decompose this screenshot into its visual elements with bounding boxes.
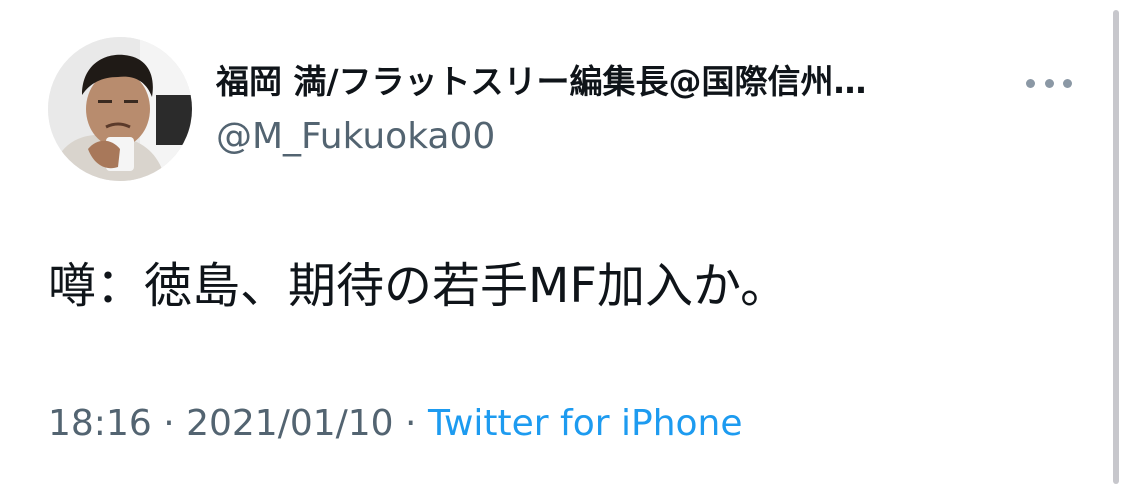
author-display-name[interactable]: 福岡 満/フラットスリー編集長@国際信州… bbox=[216, 60, 1006, 104]
more-dot bbox=[1063, 78, 1072, 88]
meta-separator: · bbox=[151, 403, 187, 444]
more-dot bbox=[1026, 78, 1035, 88]
more-horizontal-icon[interactable] bbox=[1026, 70, 1072, 96]
tweet-date[interactable]: 2021/01/10 bbox=[186, 403, 394, 444]
meta-separator: · bbox=[393, 403, 428, 444]
tweet-source-link[interactable]: Twitter for iPhone bbox=[428, 403, 743, 444]
avatar[interactable] bbox=[48, 37, 192, 181]
avatar-photo-icon bbox=[48, 37, 192, 181]
author-handle[interactable]: @M_Fukuoka00 bbox=[216, 114, 495, 160]
tweet-time[interactable]: 18:16 bbox=[48, 403, 152, 444]
tweet-metadata: 18:16 · 2021/01/10 · Twitter for iPhone bbox=[48, 400, 743, 448]
more-dot bbox=[1044, 78, 1054, 88]
tweet-card: 福岡 満/フラットスリー編集長@国際信州… @M_Fukuoka00 噂：徳島、… bbox=[0, 0, 1125, 484]
tweet-text: 噂：徳島、期待の若手MF加入か。 bbox=[48, 258, 789, 314]
scrollbar[interactable] bbox=[1113, 10, 1119, 484]
